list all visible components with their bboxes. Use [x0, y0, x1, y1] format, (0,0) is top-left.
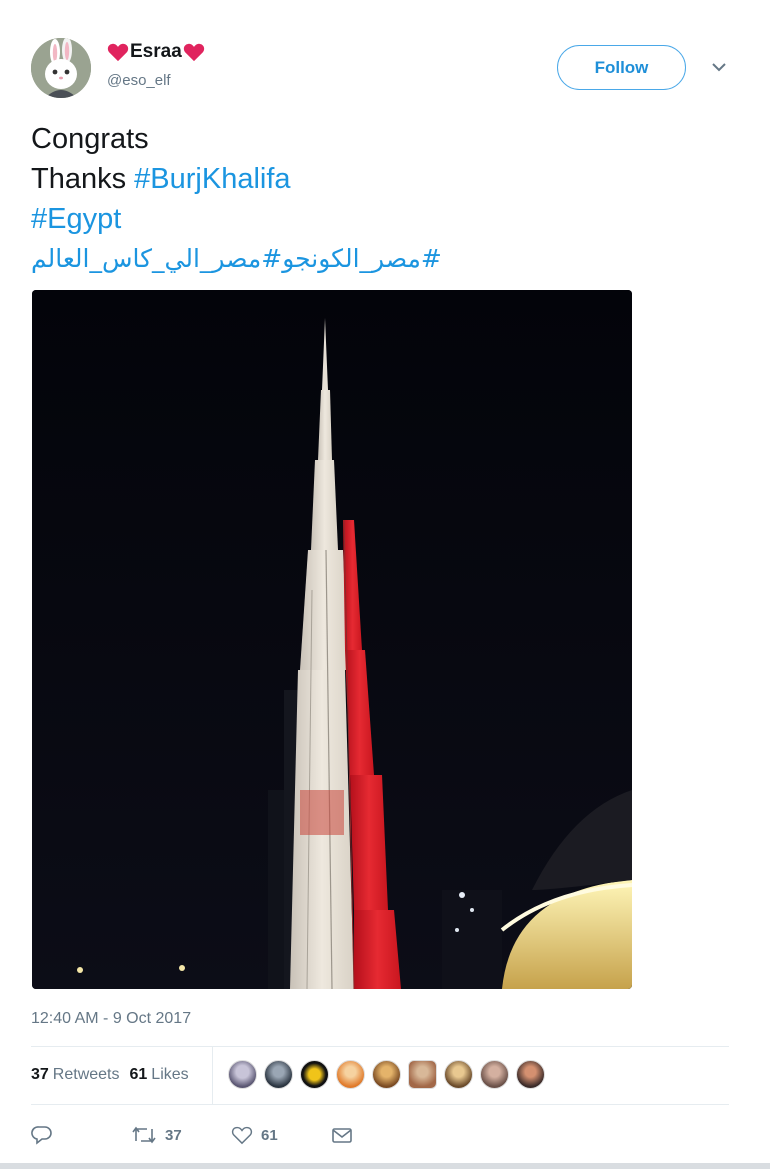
- like-icon: [231, 1126, 253, 1145]
- liker-avatar[interactable]: [300, 1060, 329, 1089]
- hashtag-link[interactable]: #BurjKhalifa: [134, 163, 290, 195]
- liker-avatar[interactable]: [444, 1060, 473, 1089]
- retweets-count: 37: [31, 1066, 49, 1083]
- liker-avatar[interactable]: [372, 1060, 401, 1089]
- retweet-count: 37: [165, 1126, 182, 1144]
- tweet-line: Congrats: [31, 123, 149, 155]
- liker-avatar[interactable]: [264, 1060, 293, 1089]
- liker-avatar[interactable]: [516, 1060, 545, 1089]
- display-name[interactable]: Esraa: [130, 41, 182, 63]
- bunny-avatar-image: [31, 38, 91, 98]
- chevron-down-icon[interactable]: [710, 61, 728, 73]
- retweets-stat[interactable]: 37 Retweets: [31, 1066, 120, 1084]
- liker-avatar[interactable]: [336, 1060, 365, 1089]
- display-name-row[interactable]: Esraa: [107, 38, 205, 66]
- like-button[interactable]: 61: [231, 1125, 331, 1145]
- user-handle[interactable]: @eso_elf: [107, 72, 205, 89]
- divider: [31, 1104, 729, 1105]
- retweet-icon: [132, 1126, 156, 1144]
- heart-emoji-icon: [107, 43, 129, 62]
- tweet-line: #Egypt: [31, 199, 731, 239]
- liker-avatar[interactable]: [480, 1060, 509, 1089]
- tweet-photo[interactable]: [32, 290, 632, 989]
- arabic-hashtag-link[interactable]: #مصر_الكونجو#مصر_الي_كاس_العالم: [31, 244, 442, 273]
- reply-button[interactable]: [31, 1125, 131, 1145]
- tweet-line: #مصر_الكونجو#مصر_الي_كاس_العالم: [31, 239, 731, 279]
- follow-button[interactable]: Follow: [557, 45, 686, 90]
- likes-label: Likes: [151, 1066, 189, 1083]
- liker-avatar[interactable]: [228, 1060, 257, 1089]
- liker-avatar[interactable]: [408, 1060, 437, 1089]
- tweet-text: Congrats Thanks #BurjKhalifa #Egypt #مصر…: [31, 119, 731, 279]
- likes-stat[interactable]: 61 Likes: [130, 1066, 189, 1084]
- burj-khalifa-photo: [32, 290, 632, 989]
- tweet-text-segment: Thanks: [31, 163, 135, 195]
- like-count: 61: [261, 1126, 278, 1144]
- tweet-line: Thanks #BurjKhalifa: [31, 159, 731, 199]
- avatar[interactable]: [31, 38, 91, 98]
- likes-count: 61: [129, 1066, 148, 1083]
- tweet-stats: 37 Retweets 61 Likes: [31, 1047, 199, 1103]
- tweet-actions: 37 61: [31, 1120, 353, 1150]
- direct-message-button[interactable]: [331, 1126, 353, 1144]
- window-bottom-border: [0, 1163, 770, 1169]
- direct-message-icon: [332, 1128, 352, 1143]
- user-info: Esraa @eso_elf: [107, 38, 205, 89]
- retweet-button[interactable]: 37: [131, 1125, 231, 1145]
- heart-emoji-icon: [183, 43, 204, 62]
- divider: [212, 1047, 213, 1104]
- tweet-timestamp[interactable]: 12:40 AM - 9 Oct 2017: [31, 1010, 191, 1028]
- hashtag-link[interactable]: #Egypt: [31, 203, 121, 235]
- liker-avatars: [228, 1060, 552, 1089]
- retweets-label: Retweets: [52, 1066, 120, 1083]
- reply-icon: [31, 1126, 52, 1145]
